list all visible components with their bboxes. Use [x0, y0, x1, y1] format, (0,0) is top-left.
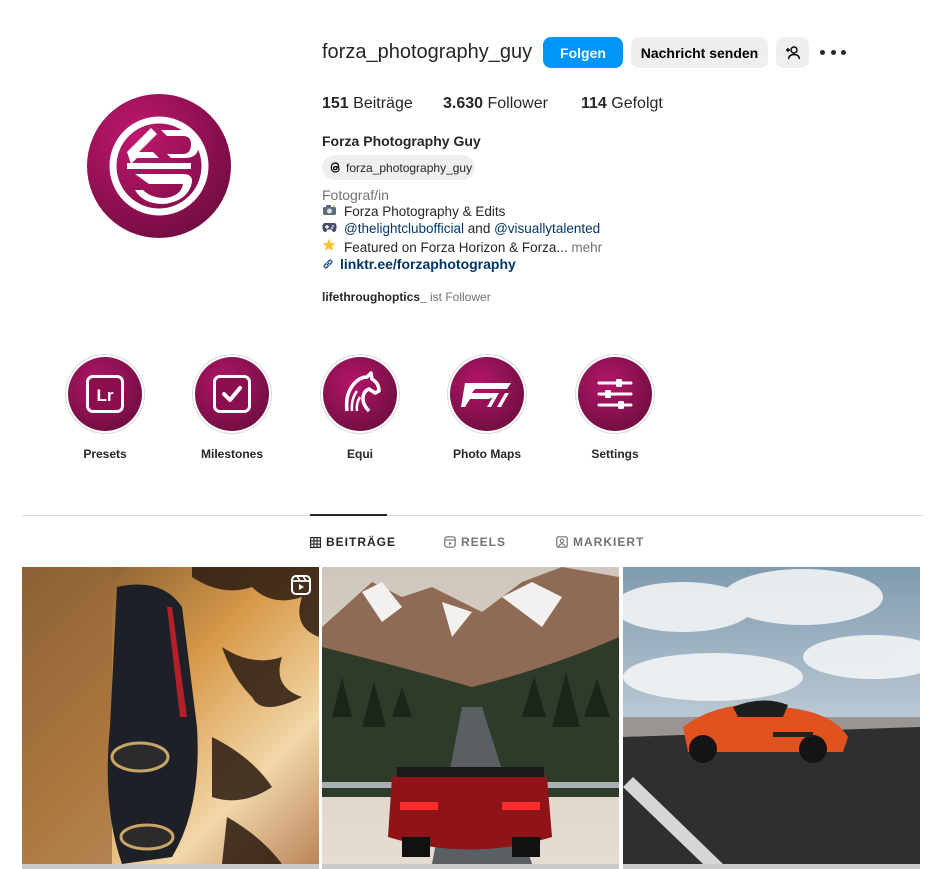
profile-username: forza_photography_guy: [322, 41, 533, 63]
next-row-preview: [623, 864, 920, 869]
sliders-icon: [597, 379, 633, 409]
fpg-logo-icon: [109, 116, 209, 216]
bio-line-3: Featured on Forza Horizon & Forza... meh…: [322, 238, 602, 255]
follow-button[interactable]: Folgen: [543, 37, 623, 68]
tab-beitraege[interactable]: BEITRÄGE: [310, 535, 396, 549]
bio-more-link[interactable]: mehr: [571, 240, 602, 255]
add-user-icon: [785, 45, 800, 59]
profile-link[interactable]: linktr.ee/forzaphotography: [322, 256, 516, 272]
profile-category: Fotograf/in: [322, 187, 389, 203]
highlight-settings[interactable]: Settings: [575, 354, 655, 461]
add-user-button[interactable]: [776, 37, 809, 68]
highlight-milestones[interactable]: Milestones: [192, 354, 272, 461]
posts-count: 151 Beiträge: [322, 95, 413, 112]
post-thumbnail[interactable]: [22, 567, 319, 864]
profile-full-name: Forza Photography Guy: [322, 133, 481, 149]
following-count[interactable]: 114 Gefolgt: [581, 95, 663, 113]
bio-line-2: @thelightclubofficial and @visuallytalen…: [322, 221, 600, 236]
highlight-label: Equi: [347, 447, 373, 461]
next-row-preview: [22, 864, 319, 869]
more-options-icon[interactable]: [820, 44, 846, 60]
forza-logo-icon: [461, 383, 511, 407]
grid-icon: [310, 536, 321, 548]
threads-badge[interactable]: forza_photography_guy: [322, 155, 475, 180]
next-row-preview: [322, 864, 619, 869]
reel-badge-icon: [291, 575, 311, 595]
threads-icon: [330, 162, 340, 173]
link-icon: [323, 259, 333, 269]
highlight-photo-maps[interactable]: Photo Maps: [447, 354, 527, 461]
gamepad-emoji-icon: [322, 221, 338, 236]
bio-line-1: Forza Photography & Edits: [322, 204, 505, 219]
tabs-divider: [22, 515, 923, 516]
checkbox-icon: [213, 375, 251, 413]
highlight-equi[interactable]: Equi: [320, 354, 400, 461]
post-image: [322, 567, 619, 864]
followed-by[interactable]: lifethroughoptics_ ist Follower: [322, 290, 491, 304]
highlight-label: Photo Maps: [453, 447, 521, 461]
mention-visuallytalented[interactable]: @visuallytalented: [494, 221, 600, 236]
post-thumbnail[interactable]: [623, 567, 920, 864]
highlight-presets[interactable]: Lr Presets: [65, 354, 145, 461]
profile-avatar[interactable]: [87, 94, 231, 238]
followers-count[interactable]: 3.630 Follower: [443, 95, 548, 113]
tagged-icon: [556, 536, 568, 548]
mention-thelightclubofficial[interactable]: @thelightclubofficial: [344, 221, 464, 236]
active-tab-indicator: [310, 514, 387, 516]
highlight-label: Milestones: [200, 447, 263, 461]
threads-handle: forza_photography_guy: [346, 160, 473, 175]
star-emoji-icon: [322, 238, 338, 255]
camera-emoji-icon: [322, 204, 338, 219]
post-image: [623, 567, 920, 864]
horse-icon: [344, 371, 381, 413]
tab-markiert[interactable]: MARKIERT: [556, 535, 644, 549]
reels-icon: [444, 536, 456, 548]
svg-text:Lr: Lr: [97, 386, 114, 405]
post-thumbnail[interactable]: [322, 567, 619, 864]
send-message-button[interactable]: Nachricht senden: [631, 37, 768, 68]
highlight-label: Presets: [83, 447, 127, 461]
lightroom-icon: Lr: [86, 375, 124, 413]
post-image: [22, 567, 319, 864]
highlight-label: Settings: [591, 447, 639, 461]
tab-reels[interactable]: REELS: [444, 535, 506, 549]
